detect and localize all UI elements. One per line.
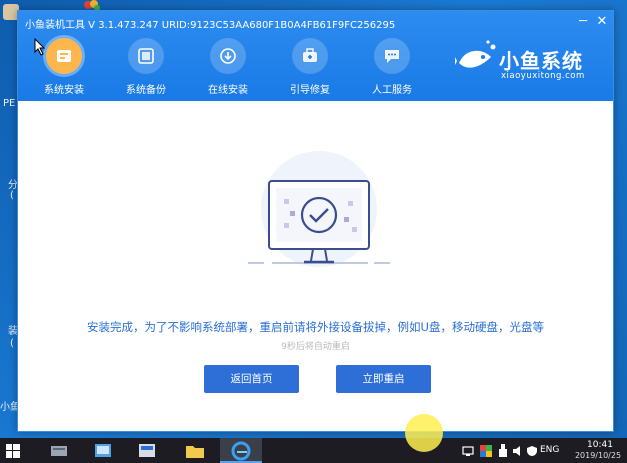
nav-item-online-install[interactable]: 在线安装 bbox=[198, 38, 258, 96]
taskbar: ENG 10:41 2019/10/25 bbox=[0, 438, 627, 463]
usb-icon[interactable] bbox=[498, 444, 508, 458]
install-complete-illustration bbox=[248, 151, 390, 267]
taskbar-active-app[interactable] bbox=[220, 438, 262, 463]
window-title: 小鱼装机工具 V 3.1.473.247 URID:9123C53AA680F1… bbox=[25, 20, 396, 31]
app-header: 小鱼装机工具 V 3.1.473.247 URID:9123C53AA680F1… bbox=[18, 11, 613, 101]
clock-time[interactable]: 10:41 bbox=[580, 440, 620, 450]
mouse-cursor-icon bbox=[34, 38, 46, 56]
install-icon bbox=[46, 38, 82, 74]
nav-label: 系统安装 bbox=[44, 85, 84, 96]
desktop-label: PE bbox=[3, 98, 16, 109]
shield-icon[interactable] bbox=[526, 445, 538, 457]
desktop-label: ( bbox=[10, 338, 14, 349]
taskbar-app-icon[interactable] bbox=[92, 441, 114, 461]
nav-item-system-backup[interactable]: 系统备份 bbox=[116, 38, 176, 96]
app-window: 小鱼装机工具 V 3.1.473.247 URID:9123C53AA680F1… bbox=[17, 10, 614, 432]
fish-logo-icon bbox=[455, 40, 496, 68]
edge-browser-icon bbox=[231, 441, 251, 461]
start-windows-icon[interactable] bbox=[6, 444, 20, 458]
clock-date[interactable]: 2019/10/25 bbox=[570, 451, 626, 460]
taskbar-app-icon[interactable] bbox=[136, 441, 158, 461]
taskbar-app-icon[interactable] bbox=[48, 441, 70, 461]
nav-label: 系统备份 bbox=[126, 85, 166, 96]
nav-item-boot-repair[interactable]: 引导修复 bbox=[280, 38, 340, 96]
folder-icon[interactable] bbox=[184, 441, 206, 461]
download-icon bbox=[210, 38, 246, 74]
countdown-text: 9秒后将自动重启 bbox=[281, 342, 350, 352]
repair-icon bbox=[292, 38, 328, 74]
return-home-button[interactable]: 返回首页 bbox=[204, 365, 299, 393]
cursor-highlight bbox=[405, 414, 443, 452]
nav-label: 引导修复 bbox=[290, 85, 330, 96]
volume-icon[interactable] bbox=[512, 445, 524, 457]
backup-icon bbox=[128, 38, 164, 74]
nav-item-manual-service[interactable]: 人工服务 bbox=[362, 38, 422, 96]
close-button[interactable]: ✕ bbox=[593, 14, 611, 30]
desktop-label: ( bbox=[10, 190, 14, 201]
brand-name: 小鱼系统 bbox=[499, 49, 583, 73]
nav-label: 人工服务 bbox=[372, 85, 412, 96]
nav-label: 在线安装 bbox=[208, 85, 248, 96]
brand-logo: 小鱼系统 xiaoyuxitong.com bbox=[455, 39, 605, 89]
completion-message: 安装完成，为了不影响系统部署，重启前请将外接设备拔掉，例如U盘，移动硬盘，光盘等 bbox=[87, 320, 544, 334]
brand-url: xiaoyuxitong.com bbox=[501, 71, 585, 81]
network-icon[interactable] bbox=[462, 445, 474, 457]
color-app-icon[interactable] bbox=[480, 445, 492, 457]
chat-icon bbox=[374, 38, 410, 74]
language-indicator[interactable]: ENG bbox=[540, 445, 559, 455]
restart-now-button[interactable]: 立即重启 bbox=[336, 365, 431, 393]
minimize-button[interactable]: ─ bbox=[574, 14, 592, 30]
